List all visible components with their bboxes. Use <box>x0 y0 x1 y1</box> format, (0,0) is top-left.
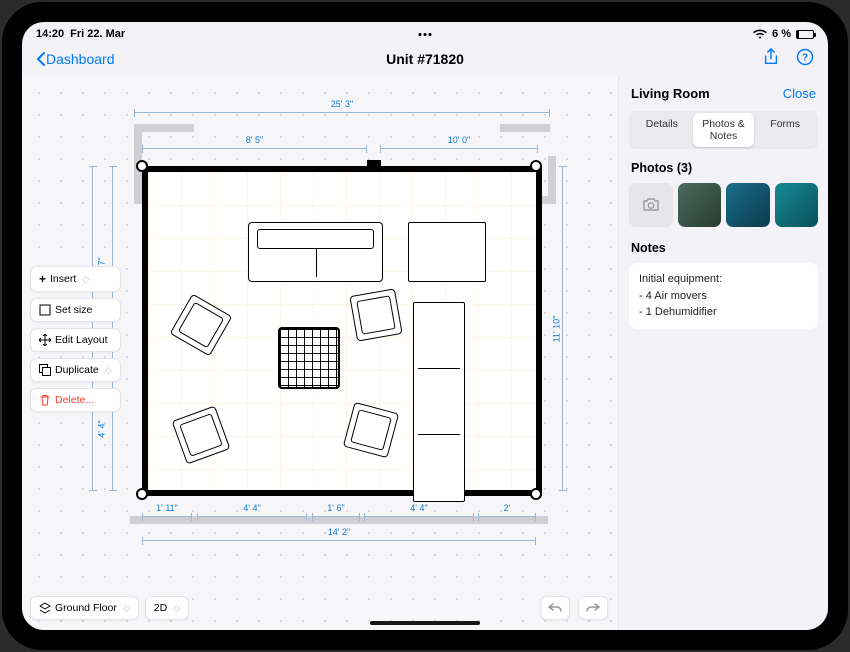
photo-thumbnail[interactable] <box>726 183 770 227</box>
back-label: Dashboard <box>46 51 115 67</box>
insert-button[interactable]: +Insert◇ <box>30 266 121 292</box>
undo-icon <box>548 602 562 614</box>
editlayout-button[interactable]: Edit Layout <box>30 328 121 352</box>
view-label: 2D <box>154 602 167 614</box>
battery-percent: 6 % <box>772 28 791 40</box>
back-button[interactable]: Dashboard <box>36 51 115 67</box>
share-icon[interactable] <box>762 48 780 71</box>
notes-content[interactable]: Initial equipment: - 4 Air movers - 1 De… <box>629 263 818 329</box>
tab-photos-notes[interactable]: Photos & Notes <box>693 113 755 147</box>
floorplan-canvas[interactable]: +Insert◇ Set size Edit Layout Duplicate◇ <box>22 76 618 630</box>
view-toggle[interactable]: 2D◇ <box>145 596 189 620</box>
duplicate-button[interactable]: Duplicate◇ <box>30 358 121 382</box>
resize-icon <box>39 304 51 316</box>
battery-icon <box>796 30 814 39</box>
furniture-sofa[interactable] <box>248 222 383 282</box>
corner-handle[interactable] <box>530 160 542 172</box>
tab-details[interactable]: Details <box>631 113 693 147</box>
corner-handle[interactable] <box>136 488 148 500</box>
furniture-cabinet[interactable] <box>408 222 486 282</box>
multitask-dots[interactable] <box>419 33 432 36</box>
trash-icon <box>39 394 51 406</box>
dimension: 4' 4" <box>197 516 307 517</box>
photos-heading: Photos (3) <box>619 157 828 179</box>
insert-label: Insert <box>50 273 76 285</box>
delete-label: Delete... <box>55 394 94 406</box>
floor-label: Ground Floor <box>55 602 117 614</box>
camera-icon <box>642 198 660 212</box>
duplicate-icon <box>39 364 51 376</box>
dimension: 1' 6" <box>312 516 360 517</box>
floor-selector[interactable]: Ground Floor◇ <box>30 596 139 620</box>
tab-forms[interactable]: Forms <box>754 113 816 147</box>
status-date: Fri 22. Mar <box>70 28 125 40</box>
delete-button[interactable]: Delete... <box>30 388 121 412</box>
dimension: 2' <box>478 516 536 517</box>
dimension: 4' 4" <box>364 516 474 517</box>
furniture-chair[interactable] <box>343 402 399 458</box>
photo-thumbnail[interactable] <box>775 183 819 227</box>
dimension: 10' 0" <box>380 148 538 149</box>
panel-room-name: Living Room <box>631 86 710 101</box>
editlayout-label: Edit Layout <box>55 334 108 346</box>
floors-icon <box>39 602 51 614</box>
room-outline[interactable] <box>142 166 542 496</box>
photo-thumbnail[interactable] <box>678 183 722 227</box>
ipad-frame: 14:20 Fri 22. Mar 6 % Dashboard Unit #71… <box>2 2 848 650</box>
furniture-chair[interactable] <box>349 288 402 341</box>
duplicate-label: Duplicate <box>55 364 99 376</box>
notes-heading: Notes <box>619 237 828 259</box>
adjacent-wall <box>500 124 550 132</box>
status-time: 14:20 <box>36 28 64 40</box>
svg-text:?: ? <box>802 52 808 63</box>
furniture-rug[interactable] <box>278 327 340 389</box>
page-title: Unit #71820 <box>386 51 464 67</box>
wifi-icon <box>753 29 767 39</box>
adjacent-wall <box>134 124 194 132</box>
panel-tabs: Details Photos & Notes Forms <box>629 111 818 149</box>
setsize-button[interactable]: Set size <box>30 298 121 322</box>
nav-bar: Dashboard Unit #71820 ? <box>22 42 828 76</box>
home-indicator[interactable] <box>370 621 480 625</box>
side-panel: Living Room Close Details Photos & Notes… <box>618 76 828 630</box>
left-toolbar: +Insert◇ Set size Edit Layout Duplicate◇ <box>30 266 121 412</box>
move-icon <box>39 334 51 346</box>
furniture-chair[interactable] <box>172 406 231 465</box>
dimension: 8' 5" <box>142 148 367 149</box>
corner-handle[interactable] <box>136 160 148 172</box>
undo-button[interactable] <box>540 596 570 620</box>
setsize-label: Set size <box>55 304 92 316</box>
help-icon[interactable]: ? <box>796 48 814 71</box>
close-button[interactable]: Close <box>783 86 816 101</box>
dimension: 1' 11" <box>142 516 192 517</box>
corner-handle[interactable] <box>530 488 542 500</box>
redo-icon <box>586 602 600 614</box>
dimension: 25' 3" <box>134 112 550 113</box>
dimension: 11' 10" <box>562 166 563 491</box>
wall-segment <box>367 160 381 172</box>
status-bar: 14:20 Fri 22. Mar 6 % <box>22 22 828 42</box>
add-photo-button[interactable] <box>629 183 673 227</box>
furniture-chair[interactable] <box>170 294 233 357</box>
furniture-sectional[interactable] <box>413 302 465 502</box>
redo-button[interactable] <box>578 596 608 620</box>
room-plan[interactable]: 25' 3" 8' 5" 10' 0" 7' 7" 4' 4" 11' 10" <box>142 136 542 486</box>
screen: 14:20 Fri 22. Mar 6 % Dashboard Unit #71… <box>22 22 828 630</box>
dimension: 14' 2" <box>142 540 536 541</box>
